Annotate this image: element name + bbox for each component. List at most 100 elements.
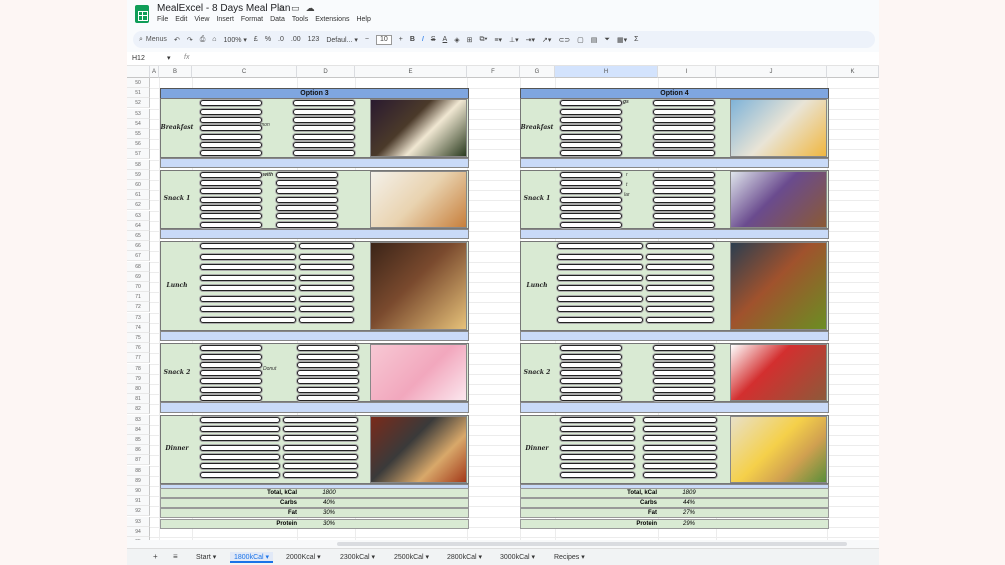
sheet-tab-2800kcal[interactable]: 2800kCal ▾ <box>443 552 486 563</box>
cloud-status-icon[interactable]: ☁ <box>306 3 321 13</box>
comment-icon[interactable]: ▢ <box>577 36 584 44</box>
column-header-c[interactable]: C <box>192 66 297 78</box>
zoom-select[interactable]: 100% ▾ <box>224 36 247 44</box>
row-header-89[interactable]: 89 <box>127 475 150 486</box>
row-header-76[interactable]: 76 <box>127 343 150 354</box>
sheet-tab-3000kcal[interactable]: 3000kCal ▾ <box>496 552 539 563</box>
row-header-56[interactable]: 56 <box>127 139 150 150</box>
chevron-down-icon[interactable]: ▾ <box>579 554 585 561</box>
sheet-tab-recipes[interactable]: Recipes ▾ <box>550 552 589 563</box>
chevron-down-icon[interactable]: ▾ <box>424 554 430 561</box>
row-header-63[interactable]: 63 <box>127 210 150 221</box>
star-icon[interactable]: ☆ <box>277 3 291 13</box>
row-header-51[interactable]: 51 <box>127 88 150 99</box>
row-header-87[interactable]: 87 <box>127 455 150 466</box>
chevron-down-icon[interactable]: ▾ <box>211 554 217 561</box>
sheet-tab-2500kcal[interactable]: 2500kCal ▾ <box>390 552 433 563</box>
column-header-j[interactable]: J <box>716 66 827 78</box>
horizontal-scrollbar[interactable] <box>127 540 879 548</box>
column-header-i[interactable]: I <box>658 66 716 78</box>
filter-icon[interactable]: ⏷ <box>604 36 610 44</box>
rotate-icon[interactable]: ↗▾ <box>542 36 551 44</box>
move-folder-icon[interactable]: ▭ <box>291 3 306 13</box>
sheet-tab-2000kcal[interactable]: 2000Kcal ▾ <box>282 552 325 563</box>
row-header-50[interactable]: 50 <box>127 78 150 88</box>
row-header-70[interactable]: 70 <box>127 282 150 292</box>
row-header-71[interactable]: 71 <box>127 292 150 303</box>
column-header-g[interactable]: G <box>520 66 555 78</box>
wrap-icon[interactable]: ⇥▾ <box>526 36 535 44</box>
menu-edit[interactable]: Edit <box>175 16 187 23</box>
chevron-down-icon[interactable]: ▾ <box>264 554 270 561</box>
percent-button[interactable]: % <box>265 36 271 43</box>
row-header-58[interactable]: 58 <box>127 159 150 170</box>
merge-cells-icon[interactable]: ⧉▾ <box>479 36 487 44</box>
scrollbar-thumb[interactable] <box>337 542 847 546</box>
column-header-f[interactable]: F <box>467 66 520 78</box>
row-header-93[interactable]: 93 <box>127 516 150 527</box>
align-icon[interactable]: ≡▾ <box>494 36 502 44</box>
row-header-55[interactable]: 55 <box>127 129 150 139</box>
row-header-69[interactable]: 69 <box>127 271 150 282</box>
row-header-85[interactable]: 85 <box>127 435 150 445</box>
select-all-corner[interactable] <box>127 66 150 78</box>
row-header-66[interactable]: 66 <box>127 241 150 252</box>
column-header-k[interactable]: K <box>827 66 879 78</box>
row-header-74[interactable]: 74 <box>127 322 150 333</box>
valign-icon[interactable]: ⊥▾ <box>509 36 519 44</box>
row-header-83[interactable]: 83 <box>127 414 150 425</box>
chart-icon[interactable]: ▤ <box>591 36 598 44</box>
menu-tools[interactable]: Tools <box>292 16 308 23</box>
menu-format[interactable]: Format <box>241 16 263 23</box>
row-header-72[interactable]: 72 <box>127 302 150 313</box>
currency-button[interactable]: £ <box>254 36 258 43</box>
row-header-75[interactable]: 75 <box>127 333 150 343</box>
row-header-54[interactable]: 54 <box>127 118 150 129</box>
row-header-91[interactable]: 91 <box>127 496 150 507</box>
row-header-67[interactable]: 67 <box>127 251 150 262</box>
menu-file[interactable]: File <box>157 16 168 23</box>
chevron-down-icon[interactable]: ▾ <box>477 554 483 561</box>
spreadsheet-grid[interactable]: A B C D E F G H I J K 50 51 52 53 54 55 56 57 58 59 60 61 62 63 6… <box>127 66 879 549</box>
chevron-down-icon[interactable]: ▾ <box>370 554 376 561</box>
row-header-81[interactable]: 81 <box>127 394 150 405</box>
sheet-tab-2300kcal[interactable]: 2300kCal ▾ <box>336 552 379 563</box>
add-sheet-icon[interactable]: + <box>153 552 158 561</box>
fill-color-icon[interactable]: ◈ <box>454 36 459 44</box>
increase-decimal-button[interactable]: .00 <box>291 36 301 43</box>
column-header-e[interactable]: E <box>355 66 467 78</box>
print-icon[interactable]: ⎙ <box>200 36 206 44</box>
row-header-84[interactable]: 84 <box>127 424 150 435</box>
row-header-68[interactable]: 68 <box>127 261 150 272</box>
row-header-59[interactable]: 59 <box>127 169 150 180</box>
row-header-62[interactable]: 62 <box>127 200 150 211</box>
italic-button[interactable]: I <box>422 36 424 43</box>
chevron-down-icon[interactable]: ▾ <box>530 554 536 561</box>
row-header-78[interactable]: 78 <box>127 363 150 374</box>
row-header-86[interactable]: 86 <box>127 445 150 456</box>
row-header-73[interactable]: 73 <box>127 312 150 323</box>
font-select[interactable]: Defaul... ▾ <box>326 36 358 44</box>
redo-icon[interactable]: ↷ <box>187 36 193 44</box>
row-header-82[interactable]: 82 <box>127 404 150 415</box>
functions-button[interactable]: Σ <box>634 36 638 43</box>
document-title[interactable]: MealExcel - 8 Days Meal Plan <box>157 3 290 14</box>
row-header-94[interactable]: 94 <box>127 526 150 537</box>
row-header-65[interactable]: 65 <box>127 231 150 241</box>
borders-icon[interactable]: ⊞ <box>467 36 473 44</box>
column-header-h[interactable]: H <box>555 66 658 78</box>
row-header-88[interactable]: 88 <box>127 465 150 476</box>
text-color-button[interactable]: A <box>443 36 448 43</box>
row-header-77[interactable]: 77 <box>127 353 150 364</box>
font-size-input[interactable]: 10 <box>375 34 392 45</box>
filter-views-icon[interactable]: ▦▾ <box>617 36 627 44</box>
sheet-tab-1800kcal[interactable]: 1800kCal ▾ <box>230 552 274 563</box>
link-icon[interactable]: ⊂⊃ <box>558 36 570 44</box>
menu-extensions[interactable]: Extensions <box>315 16 349 23</box>
row-header-79[interactable]: 79 <box>127 373 150 384</box>
menu-view[interactable]: View <box>194 16 209 23</box>
row-header-80[interactable]: 80 <box>127 384 150 394</box>
strikethrough-button[interactable]: S <box>431 36 436 43</box>
row-header-53[interactable]: 53 <box>127 108 150 119</box>
row-header-60[interactable]: 60 <box>127 180 150 190</box>
